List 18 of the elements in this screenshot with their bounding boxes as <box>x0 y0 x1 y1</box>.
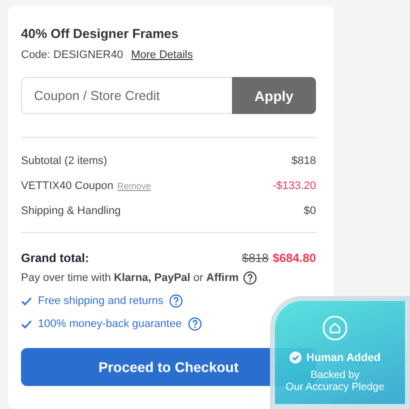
summary-value: -$133.20 <box>272 180 316 192</box>
summary-value: $0 <box>304 204 316 216</box>
summary-label: Subtotal (2 items) <box>21 154 108 166</box>
summary-label: VETTIX40 Coupon <box>21 180 114 192</box>
apply-button[interactable]: Apply <box>232 77 316 114</box>
summary-label: Shipping & Handling <box>21 204 121 216</box>
financing-text: Pay over time with Klarna, PayPal or Affirm <box>21 272 239 284</box>
original-price: $818 <box>242 251 269 265</box>
summary-value: $818 <box>292 154 316 166</box>
grand-total-label: Grand total: <box>21 251 89 265</box>
coupon-field[interactable]: Coupon / Store Credit <box>21 77 232 114</box>
benefit-text: Free shipping and returns <box>38 295 164 307</box>
benefit-text: 100% money-back guarantee <box>38 318 182 330</box>
details-link[interactable]: More Details <box>131 49 193 61</box>
grand-total-price: $684.80 <box>272 251 316 265</box>
remove-link[interactable]: Remove <box>117 180 151 190</box>
promo-title: 40% Off Designer Frames <box>21 26 180 41</box>
promo-code: Code: DESIGNER40 <box>21 49 124 61</box>
